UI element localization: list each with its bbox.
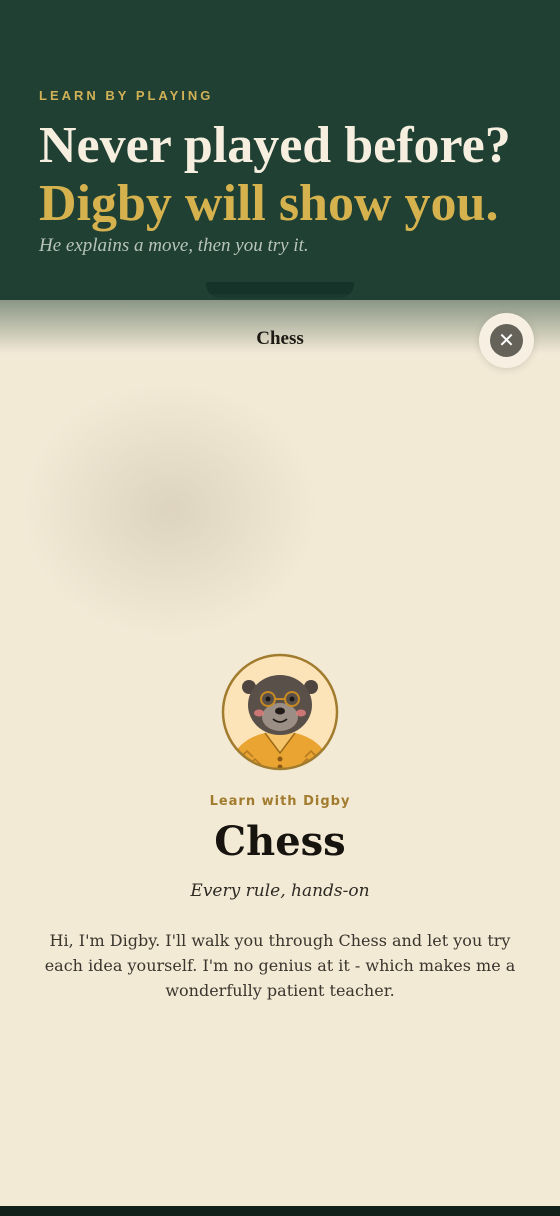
sheet-title: Chess (256, 328, 304, 349)
banner-subtitle: He explains a move, then you try it. (39, 235, 309, 256)
lesson-kicker: Learn with Digby (209, 794, 351, 809)
lesson-tagline: Every rule, hands-on (190, 881, 370, 901)
promo-banner: LEARN BY PLAYING Never played before? Di… (0, 0, 560, 300)
close-icon[interactable]: ✕ (490, 324, 523, 357)
banner-title-line2: Digby will show you. (39, 175, 499, 232)
banner-eyebrow: LEARN BY PLAYING (39, 88, 214, 103)
background-shadow (20, 380, 320, 640)
lesson-intro: Hi, I'm Digby. I'll walk you through Che… (44, 931, 516, 1000)
lesson-title: Chess (214, 818, 346, 865)
otter-avatar (221, 653, 339, 771)
banner-title-line1: Never played before? (39, 117, 511, 174)
bottom-bar (0, 1206, 560, 1216)
close-button[interactable]: ✕ (479, 313, 534, 368)
